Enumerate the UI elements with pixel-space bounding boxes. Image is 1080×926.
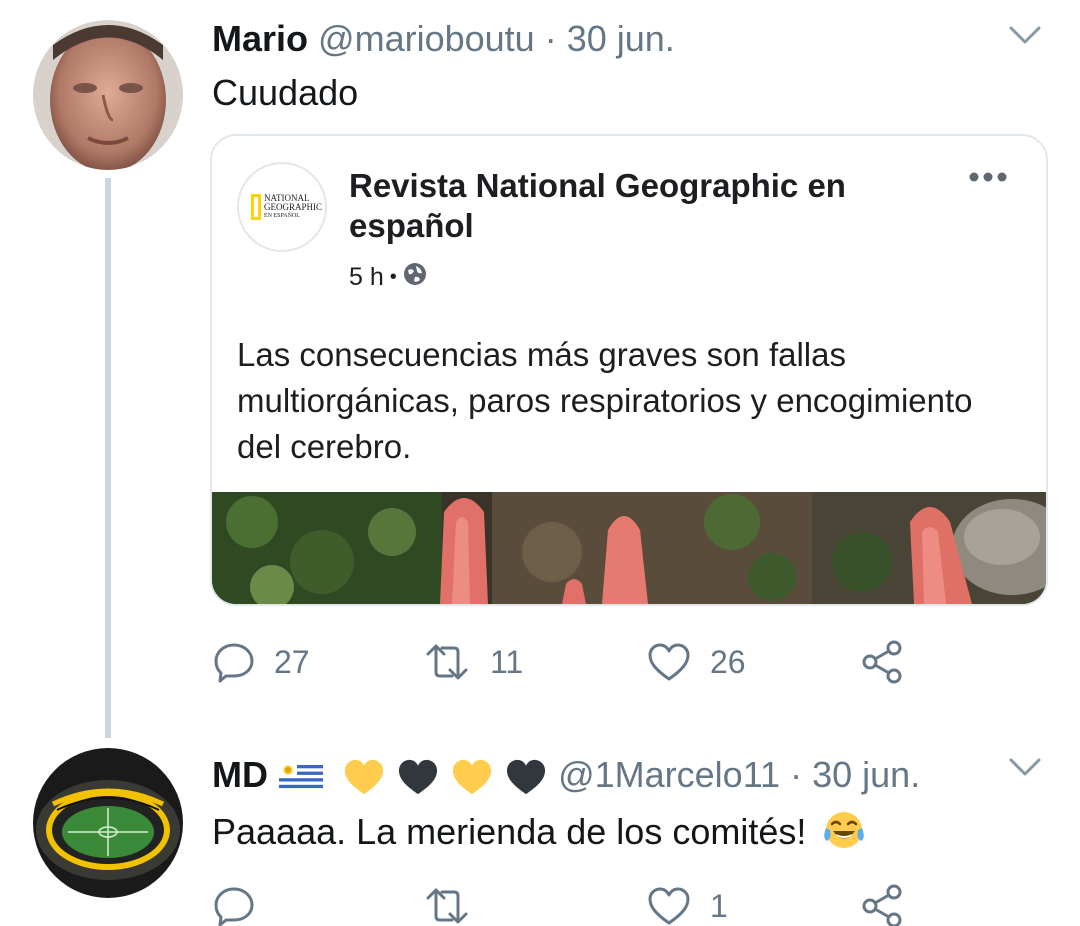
tweet-date[interactable]: 30 jun. [812, 754, 920, 795]
reply-button[interactable] [212, 878, 274, 926]
tweet[interactable]: Mario @marioboutu · 30 jun. Cuudado NATI… [0, 0, 1080, 740]
meta-separator: · [544, 18, 557, 59]
tweet-actions: 1 [212, 878, 1012, 926]
share-nodes-icon [862, 640, 902, 684]
post-photo[interactable] [212, 492, 1046, 604]
speech-bubble-icon [214, 643, 254, 683]
chevron-down-icon[interactable] [1008, 24, 1042, 51]
tweet-date[interactable]: 30 jun. [567, 18, 675, 59]
like-count: 26 [710, 643, 746, 680]
globe-icon [403, 262, 427, 293]
page-logo: NATIONAL GEOGRAPHIC EN ESPAÑOL [237, 162, 327, 252]
chevron-down-icon[interactable] [1008, 756, 1042, 783]
post-time: 5 h [349, 263, 384, 291]
like-count: 1 [710, 887, 728, 924]
heart-outline-icon [648, 643, 690, 681]
retweet-arrows-icon [426, 644, 468, 680]
black-heart-icon [398, 760, 438, 795]
author-handle[interactable]: @marioboutu [318, 18, 535, 59]
avatar[interactable] [33, 20, 183, 170]
author-name[interactable]: MD [212, 754, 268, 795]
retweet-button[interactable]: 11 [422, 634, 523, 690]
reply-count: 27 [274, 643, 310, 680]
uruguay-flag-icon [279, 762, 324, 793]
page-name: Revista National Geographic en español [349, 167, 846, 244]
nat-geo-frame-icon [251, 194, 261, 220]
reply-button[interactable]: 27 [212, 634, 310, 690]
share-nodes-icon [862, 884, 902, 926]
logo-text-line2: GEOGRAPHIC [264, 202, 323, 212]
yellow-heart-icon [344, 760, 384, 795]
logo-text-line3: EN ESPAÑOL [264, 213, 300, 219]
retweet-button[interactable] [422, 878, 490, 926]
post-meta: 5 h • [349, 262, 427, 293]
tweet-header: MD @1Marcelo11 · 30 jun. [212, 754, 920, 797]
share-button[interactable] [860, 878, 906, 926]
share-button[interactable] [860, 634, 906, 690]
post-text: Las consecuencias más graves son fallas … [237, 336, 973, 465]
author-name[interactable]: Mario [212, 18, 308, 59]
embedded-facebook-post[interactable]: NATIONAL GEOGRAPHIC EN ESPAÑOL Revista N… [210, 134, 1048, 606]
avatar[interactable] [33, 748, 183, 898]
retweet-arrows-icon [426, 888, 468, 924]
thread-connector [105, 178, 111, 738]
meta-dot: • [389, 266, 397, 288]
author-handle[interactable]: @1Marcelo11 [558, 754, 780, 795]
tweet[interactable]: MD @1Marcelo11 · 30 jun. Paaaaa. La meri… [0, 740, 1080, 926]
tweet-header: Mario @marioboutu · 30 jun. [212, 18, 675, 60]
tweet-actions: 27 11 26 [212, 634, 1012, 690]
meta-separator: · [790, 754, 803, 795]
tears-of-joy-emoji-icon [824, 812, 865, 848]
speech-bubble-icon [214, 887, 254, 926]
tweet-text: Cuudado [212, 72, 359, 113]
black-heart-icon [507, 760, 546, 795]
tweet-text-wrap: Paaaaa. La merienda de los comités! [212, 808, 866, 853]
more-dots-icon [968, 170, 1008, 188]
retweet-count: 11 [490, 643, 524, 680]
like-button[interactable]: 1 [646, 878, 728, 926]
yellow-heart-icon [453, 760, 492, 795]
heart-outline-icon [648, 887, 690, 925]
tweet-text: Paaaaa. La merienda de los comités! [212, 811, 807, 852]
like-button[interactable]: 26 [646, 634, 746, 690]
